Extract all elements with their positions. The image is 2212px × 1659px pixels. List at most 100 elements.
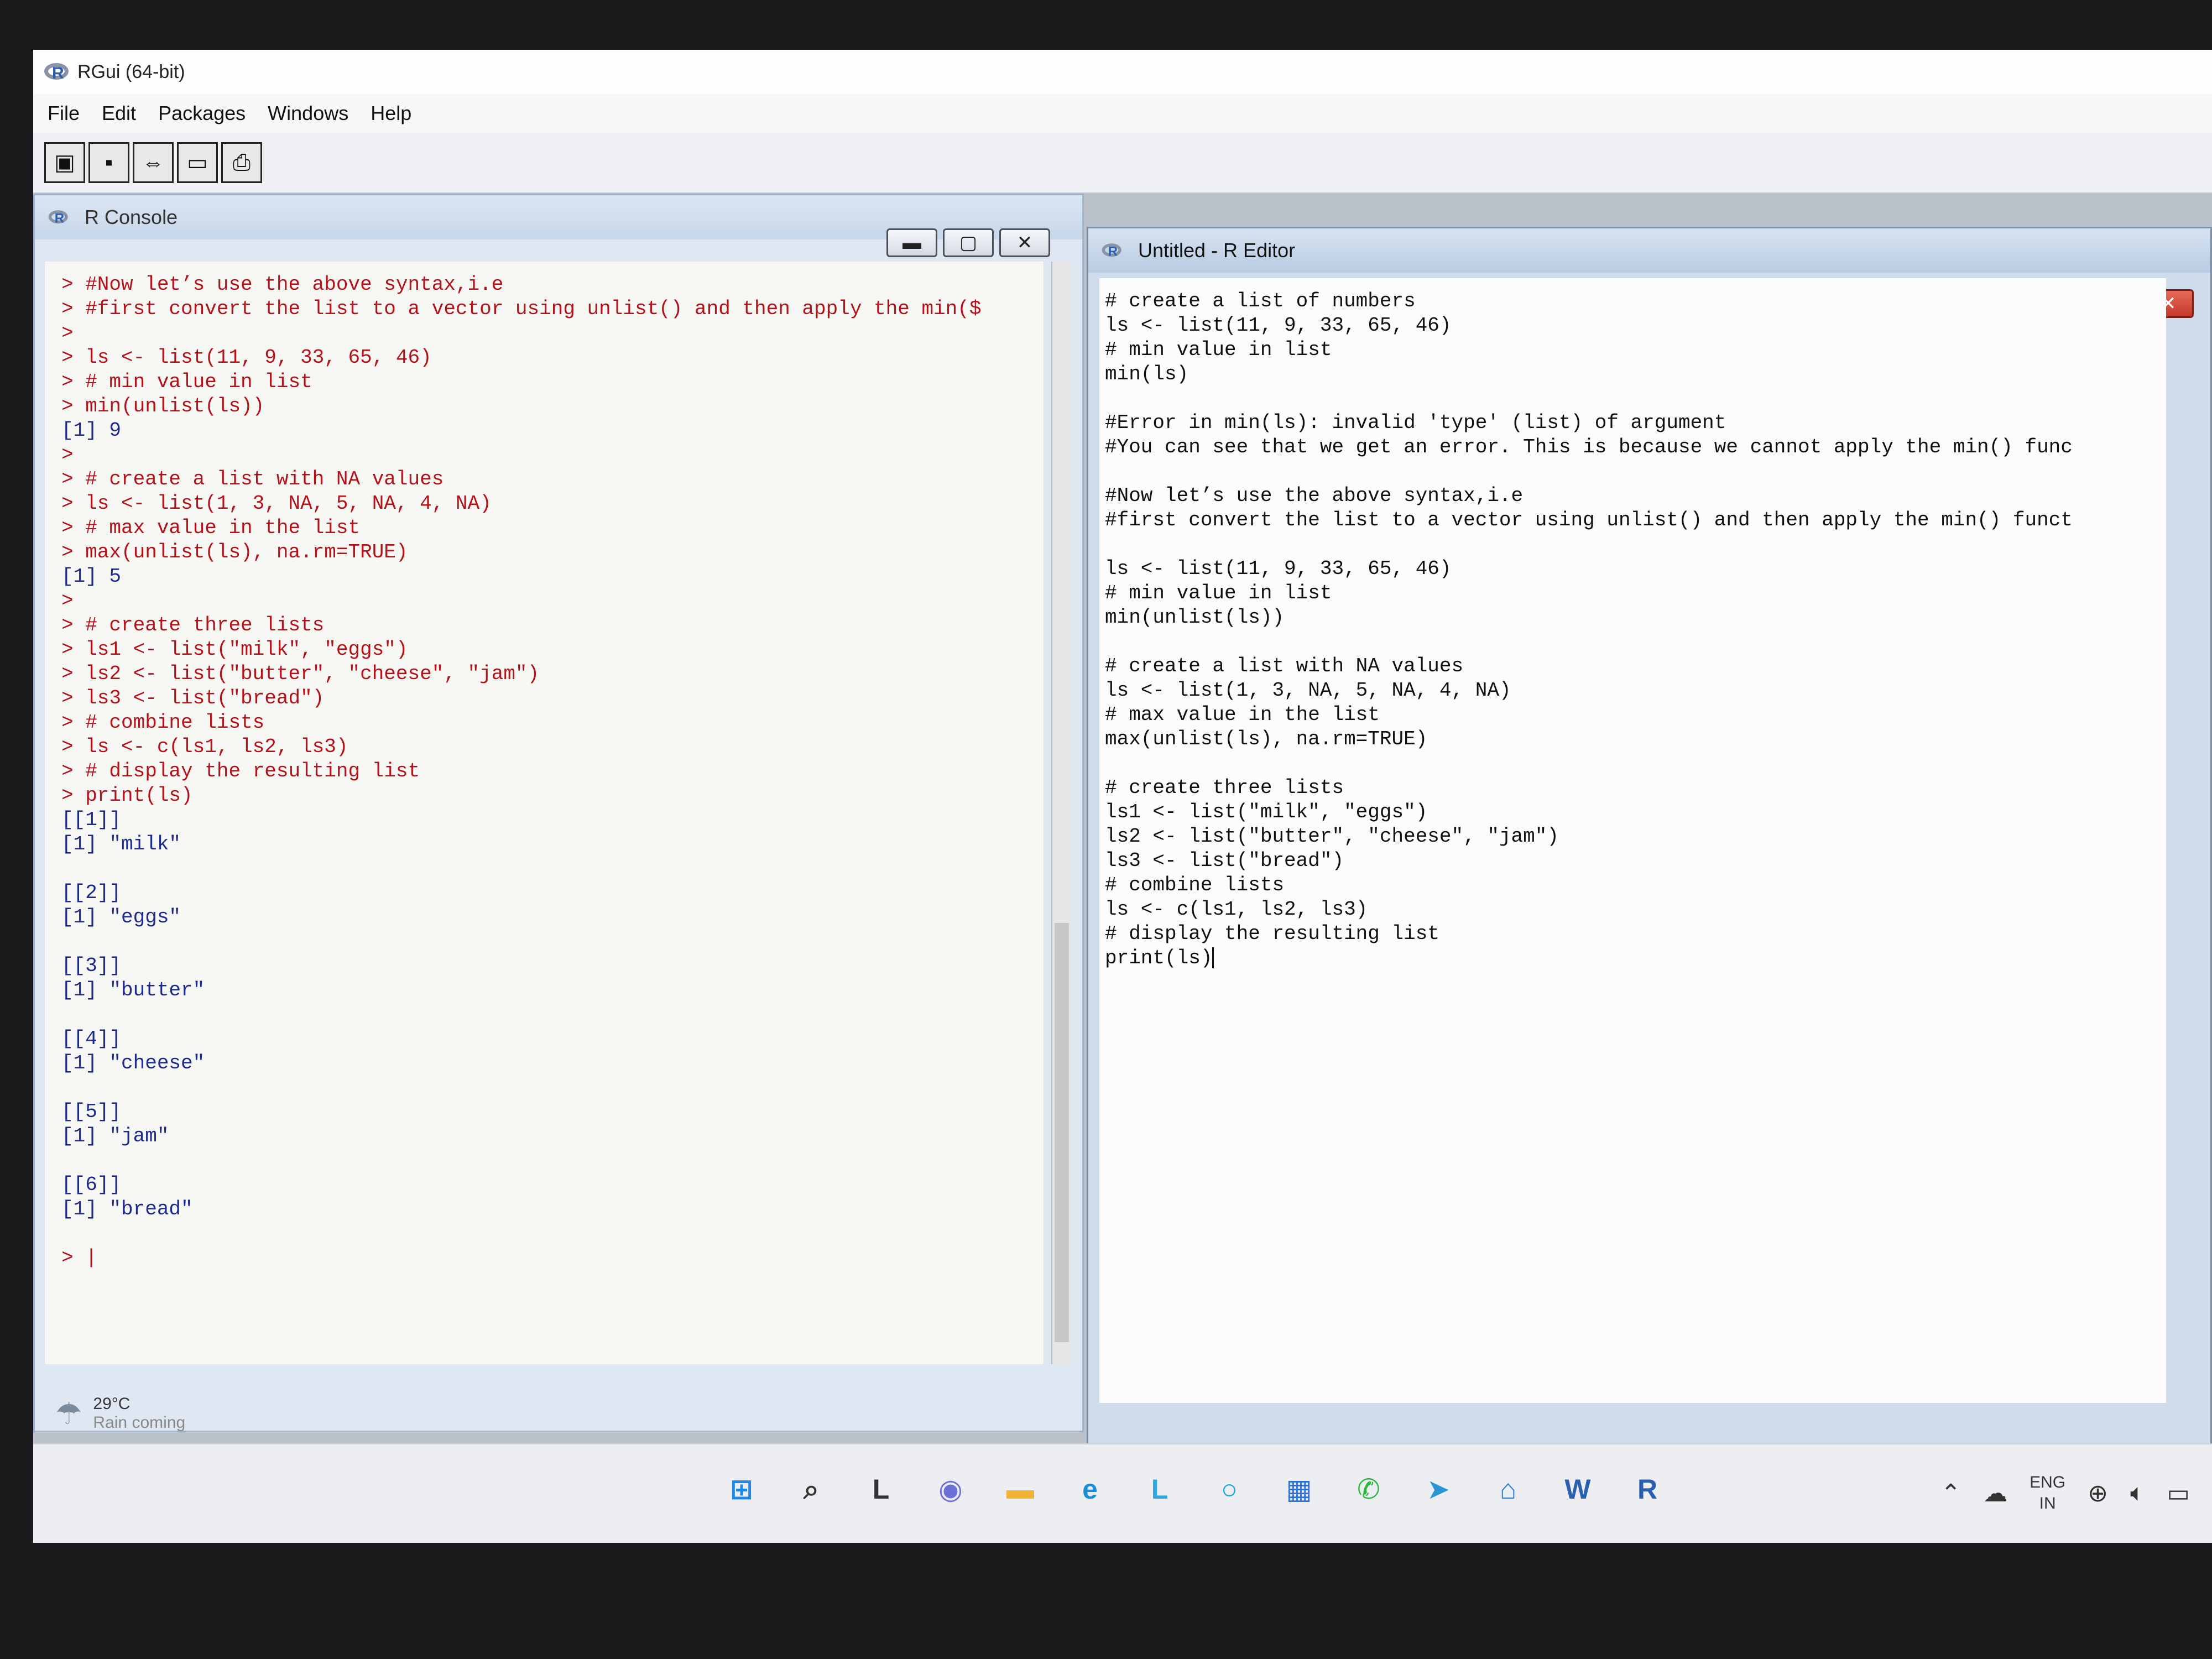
search-icon[interactable]: ⌕ xyxy=(789,1467,834,1512)
word-icon[interactable]: W xyxy=(1555,1467,1600,1512)
console-input-line: > # max value in the list xyxy=(61,517,361,539)
desktop-screen: R RGui (64-bit) File Edit Packages Windo… xyxy=(33,50,2212,1543)
task-view-icon[interactable]: L xyxy=(858,1467,904,1512)
whatsapp-icon[interactable]: ✆ xyxy=(1346,1467,1391,1512)
scrollbar-thumb[interactable] xyxy=(1055,923,1069,1343)
console-input-line: > ls <- c(ls1, ls2, ls3) xyxy=(61,735,348,758)
console-scrollbar[interactable] xyxy=(1051,262,1071,1364)
print-icon[interactable]: ⎙ xyxy=(221,142,262,183)
file-explorer-icon[interactable]: ▬ xyxy=(998,1467,1043,1512)
r-editor-window[interactable]: R Untitled - R Editor ▬ ▢ ✕ # create a l… xyxy=(1087,227,2212,1454)
menu-edit[interactable]: Edit xyxy=(102,102,136,125)
console-input-line: > # create a list with NA values xyxy=(61,468,444,491)
console-output[interactable]: > #Now let’s use the above syntax,i.e > #… xyxy=(45,262,1044,1364)
minimize-button[interactable]: ▬ xyxy=(886,228,937,257)
volume-icon[interactable]: 🔈︎ xyxy=(2130,1479,2145,1507)
save-icon[interactable]: ▪ xyxy=(88,142,129,183)
editor-code-line: ls2 <- list("butter", "cheese", "jam") xyxy=(1105,825,1559,848)
editor-titlebar[interactable]: R Untitled - R Editor xyxy=(1088,228,2210,273)
console-prompt[interactable]: > | xyxy=(61,1246,1027,1270)
console-input-line: > ls <- list(11, 9, 33, 65, 46) xyxy=(61,346,432,369)
menu-windows[interactable]: Windows xyxy=(268,102,348,125)
telegram-icon[interactable]: ➤ xyxy=(1416,1467,1461,1512)
editor-code-line: ls <- list(11, 9, 33, 65, 46) xyxy=(1105,557,1452,580)
console-input-line: > # create three lists xyxy=(61,614,325,637)
editor-code-line: # create three lists xyxy=(1105,776,1344,799)
language-indicator[interactable]: ENG IN xyxy=(2030,1472,2065,1514)
console-input-line: > ls2 <- list("butter", "cheese", "jam") xyxy=(61,662,540,685)
editor-text-area[interactable]: # create a list of numbers ls <- list(11,… xyxy=(1099,278,2166,1403)
maximize-button[interactable]: ▢ xyxy=(943,228,994,257)
start-icon[interactable]: ⊞ xyxy=(719,1467,764,1512)
onedrive-icon[interactable]: ☁ xyxy=(1983,1479,2007,1507)
console-output-line: [1] "butter" xyxy=(61,979,205,1001)
console-input-line: > print(ls) xyxy=(61,784,193,807)
menu-packages[interactable]: Packages xyxy=(158,102,246,125)
menu-file[interactable]: File xyxy=(48,102,80,125)
r-icon[interactable]: R xyxy=(1625,1467,1670,1512)
console-input-line: > #Now let’s use the above syntax,i.e xyxy=(61,273,504,296)
editor-code-line: # combine lists xyxy=(1105,874,1285,896)
store-icon[interactable]: ▦ xyxy=(1276,1467,1322,1512)
weather-widget[interactable]: ☂ 29°C Rain coming xyxy=(55,1395,185,1432)
console-input-line: > ls <- list(1, 3, NA, 5, NA, 4, NA) xyxy=(61,492,492,515)
app-titlebar[interactable]: R RGui (64-bit) xyxy=(33,50,2212,94)
edge-icon[interactable]: e xyxy=(1067,1467,1113,1512)
console-output-line: [[2]] xyxy=(61,881,122,904)
taskbar-apps: ⊞ ⌕ L ◉ ▬ e L ○ ▦ ✆ ➤ ⌂ W R xyxy=(719,1467,1670,1512)
console-input-line: > # display the resulting list xyxy=(61,760,420,782)
app-title: RGui (64-bit) xyxy=(77,61,185,82)
editor-code-line xyxy=(1105,533,2161,557)
editor-code-line: #You can see that we get an error. This … xyxy=(1105,436,2073,458)
editor-code-line: # min value in list xyxy=(1105,582,1332,604)
editor-code-line: ls <- list(1, 3, NA, 5, NA, 4, NA) xyxy=(1105,679,1511,702)
console-output-line: [[3]] xyxy=(61,954,122,977)
system-tray: ⌃ ☁ ENG IN ⊕ 🔈︎ ▭ xyxy=(1940,1472,2190,1514)
copy-paste-icon[interactable]: ⇔ xyxy=(133,142,174,183)
editor-code-line: #Now let’s use the above syntax,i.e xyxy=(1105,484,1524,507)
battery-icon[interactable]: ▭ xyxy=(2167,1479,2190,1507)
editor-code-line: # create a list of numbers xyxy=(1105,290,1416,312)
editor-code-line: # create a list with NA values xyxy=(1105,655,1464,677)
remote-icon[interactable]: ⌂ xyxy=(1485,1467,1531,1512)
window-icon[interactable]: ▭ xyxy=(177,142,218,183)
lang-bottom: IN xyxy=(2039,1494,2056,1512)
chevron-up-icon[interactable]: ⌃ xyxy=(1940,1479,1961,1507)
console-output-line: [1] "milk" xyxy=(61,833,181,855)
r-console-window[interactable]: R R Console ▬ ▢ ✕ > #Now let’s use the a… xyxy=(33,194,1084,1432)
weather-temp: 29°C xyxy=(93,1395,131,1413)
console-input-line: > xyxy=(61,589,74,612)
editor-code-line: ls1 <- list("milk", "eggs") xyxy=(1105,801,1428,823)
mdi-workspace: R R Console ▬ ▢ ✕ > #Now let’s use the a… xyxy=(33,194,2212,1454)
editor-code-line xyxy=(1105,630,2161,654)
app-l-icon[interactable]: L xyxy=(1137,1467,1182,1512)
console-title: R Console xyxy=(85,206,178,228)
network-icon[interactable]: ⊕ xyxy=(2088,1479,2108,1507)
editor-code-line: ls <- c(ls1, ls2, ls3) xyxy=(1105,898,1368,921)
console-output-line: [1] "cheese" xyxy=(61,1052,205,1074)
editor-code-line: ls3 <- list("bread") xyxy=(1105,849,1344,872)
editor-code-line: #Error in min(ls): invalid 'type' (list)… xyxy=(1105,411,1726,434)
editor-code-line: print(ls) xyxy=(1105,946,2161,971)
r-logo-icon: R xyxy=(48,208,69,226)
close-button[interactable]: ✕ xyxy=(999,228,1050,257)
console-output-line: [1] "jam" xyxy=(61,1125,169,1147)
console-output-line: [1] "bread" xyxy=(61,1198,193,1220)
console-input-line: > xyxy=(61,322,74,345)
app-circle-icon[interactable]: ○ xyxy=(1207,1467,1252,1512)
editor-code-line: # max value in the list xyxy=(1105,703,1380,726)
open-script-icon[interactable]: ▣ xyxy=(44,142,85,183)
console-output-line: [1] 5 xyxy=(61,565,122,588)
console-window-controls: ▬ ▢ ✕ xyxy=(886,228,1050,257)
console-output-line: [1] 9 xyxy=(61,419,122,442)
chat-icon[interactable]: ◉ xyxy=(928,1467,973,1512)
editor-code-line: #first convert the list to a vector usin… xyxy=(1105,509,2073,531)
editor-code-line xyxy=(1105,752,2161,776)
menu-help[interactable]: Help xyxy=(371,102,411,125)
console-input-line: > ls3 <- list("bread") xyxy=(61,687,325,709)
console-output-line: [[4]] xyxy=(61,1027,122,1050)
